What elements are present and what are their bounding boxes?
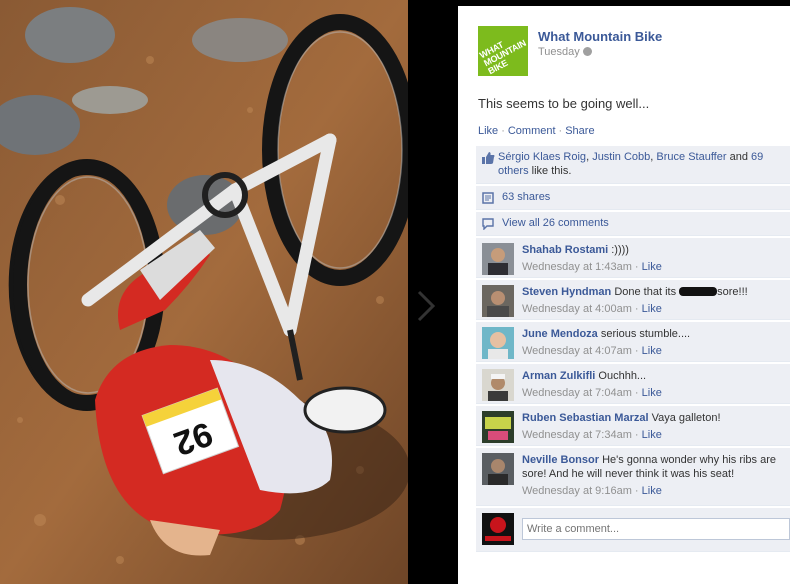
comment-like-link[interactable]: Like	[642, 429, 662, 441]
comment-item: Shahab Rostami :)))) Wednesday at 1:43am…	[476, 238, 790, 278]
likes-summary: Sérgio Klaes Roig, Justin Cobb, Bruce St…	[476, 146, 790, 184]
comment-text: serious stumble....	[600, 328, 691, 340]
liker-name[interactable]: Bruce Stauffer	[656, 151, 726, 163]
comment-text: Done that its	[614, 286, 677, 298]
comment-author[interactable]: Neville Bonsor	[522, 454, 599, 466]
comment-time[interactable]: Wednesday at 4:00am	[522, 303, 632, 315]
share-icon	[482, 192, 494, 204]
page-logo[interactable]: WHAT MOUNTAIN BIKE	[478, 26, 528, 76]
share-link[interactable]: Share	[565, 125, 594, 137]
comment-author[interactable]: Ruben Sebastian Marzal	[522, 412, 649, 424]
comment-author[interactable]: Steven Hyndman	[522, 286, 611, 298]
logo-text: WHAT MOUNTAIN BIKE	[478, 37, 528, 76]
comment-item: Ruben Sebastian Marzal Vaya galleton! We…	[476, 406, 790, 446]
comment-text: Vaya galleton!	[651, 412, 721, 424]
thumbs-up-icon	[482, 152, 495, 164]
comment-like-link[interactable]: Like	[642, 387, 662, 399]
comment-like-link[interactable]: Like	[642, 303, 662, 315]
comment-item: Neville Bonsor He's gonna wonder why his…	[476, 448, 790, 506]
liker-name[interactable]: Sérgio Klaes Roig	[498, 151, 586, 163]
post-timestamp[interactable]: Tuesday	[538, 46, 592, 58]
page-name[interactable]: What Mountain Bike	[538, 29, 662, 44]
comment-author[interactable]: Shahab Rostami	[522, 244, 608, 256]
globe-icon	[582, 47, 592, 56]
comment-bubble-icon	[482, 218, 494, 230]
avatar-image	[482, 243, 514, 275]
post-header: WHAT MOUNTAIN BIKE What Mountain Bike Tues…	[478, 26, 778, 76]
post-message: This seems to be going well...	[478, 96, 650, 111]
avatar[interactable]	[482, 369, 514, 401]
comment-item: Steven Hyndman Done that its sore!!! Wed…	[476, 280, 790, 320]
comment-time[interactable]: Wednesday at 9:16am	[522, 485, 632, 497]
censor-bar	[679, 287, 718, 296]
shares-link[interactable]: 63 shares	[502, 191, 550, 203]
comment-like-link[interactable]: Like	[642, 345, 662, 357]
avatar-image	[482, 327, 514, 359]
comment-like-link[interactable]: Like	[642, 261, 662, 273]
avatar[interactable]	[482, 327, 514, 359]
liker-name[interactable]: Justin Cobb	[592, 151, 650, 163]
comment-text-end: sore!!!	[717, 286, 748, 298]
avatar[interactable]	[482, 411, 514, 443]
write-comment-row	[476, 508, 790, 552]
comment-author[interactable]: June Mendoza	[522, 328, 598, 340]
comment-link[interactable]: Comment	[508, 125, 556, 137]
likes-suffix: like this.	[531, 165, 572, 177]
post-photo[interactable]: 92	[0, 0, 408, 584]
comment-time[interactable]: Wednesday at 7:34am	[522, 429, 632, 441]
post-time-text: Tuesday	[538, 46, 580, 58]
avatar[interactable]	[482, 453, 514, 485]
avatar-image	[482, 285, 514, 317]
comment-item: June Mendoza serious stumble.... Wednesd…	[476, 322, 790, 362]
avatar-image	[482, 369, 514, 401]
comment-text: Ouchhh...	[598, 370, 647, 382]
post-details-panel: WHAT MOUNTAIN BIKE What Mountain Bike Tues…	[458, 6, 790, 584]
likes-and: and	[729, 151, 748, 163]
avatar[interactable]	[482, 285, 514, 317]
comment-time[interactable]: Wednesday at 7:04am	[522, 387, 632, 399]
crash-photo-illustration: 92	[0, 0, 408, 584]
post-actions: Like · Comment · Share	[478, 125, 595, 137]
like-link[interactable]: Like	[478, 125, 498, 137]
view-all-comments-row: View all 26 comments	[476, 212, 790, 236]
avatar[interactable]	[482, 243, 514, 275]
shares-row: 63 shares	[476, 186, 790, 210]
photo-viewer: 92 WHAT MOUNTAIN BIKE What Mountain Bike T…	[0, 0, 790, 584]
comment-time[interactable]: Wednesday at 1:43am	[522, 261, 632, 273]
comment-like-link[interactable]: Like	[642, 485, 662, 497]
avatar-image	[482, 411, 514, 443]
view-all-comments-link[interactable]: View all 26 comments	[502, 217, 609, 229]
comment-text: :))))	[611, 244, 629, 256]
avatar-image	[482, 453, 514, 485]
comment-item: Arman Zulkifli Ouchhh... Wednesday at 7:…	[476, 364, 790, 404]
comment-input[interactable]	[522, 518, 790, 540]
bikeroar-logo	[482, 513, 514, 545]
comment-author[interactable]: Arman Zulkifli	[522, 370, 595, 382]
next-photo-arrow-icon[interactable]	[415, 290, 437, 322]
viewer-avatar	[482, 513, 514, 545]
comment-time[interactable]: Wednesday at 4:07am	[522, 345, 632, 357]
feedback-section: Sérgio Klaes Roig, Justin Cobb, Bruce St…	[476, 146, 790, 554]
